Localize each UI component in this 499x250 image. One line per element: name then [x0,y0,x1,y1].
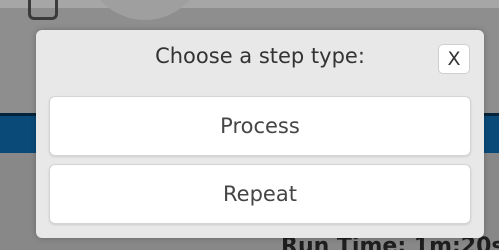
step-type-dialog: Choose a step type: X Process Repeat [36,30,484,238]
dialog-title: Choose a step type: [155,44,365,68]
app-screen: Run Time: 1m:20s Choose a step type: X P… [0,0,499,250]
background-header-strip [0,0,499,8]
process-step-button[interactable]: Process [49,96,471,156]
close-button[interactable]: X [438,44,470,74]
repeat-step-button[interactable]: Repeat [49,164,471,224]
background-bracket-icon [28,0,58,20]
